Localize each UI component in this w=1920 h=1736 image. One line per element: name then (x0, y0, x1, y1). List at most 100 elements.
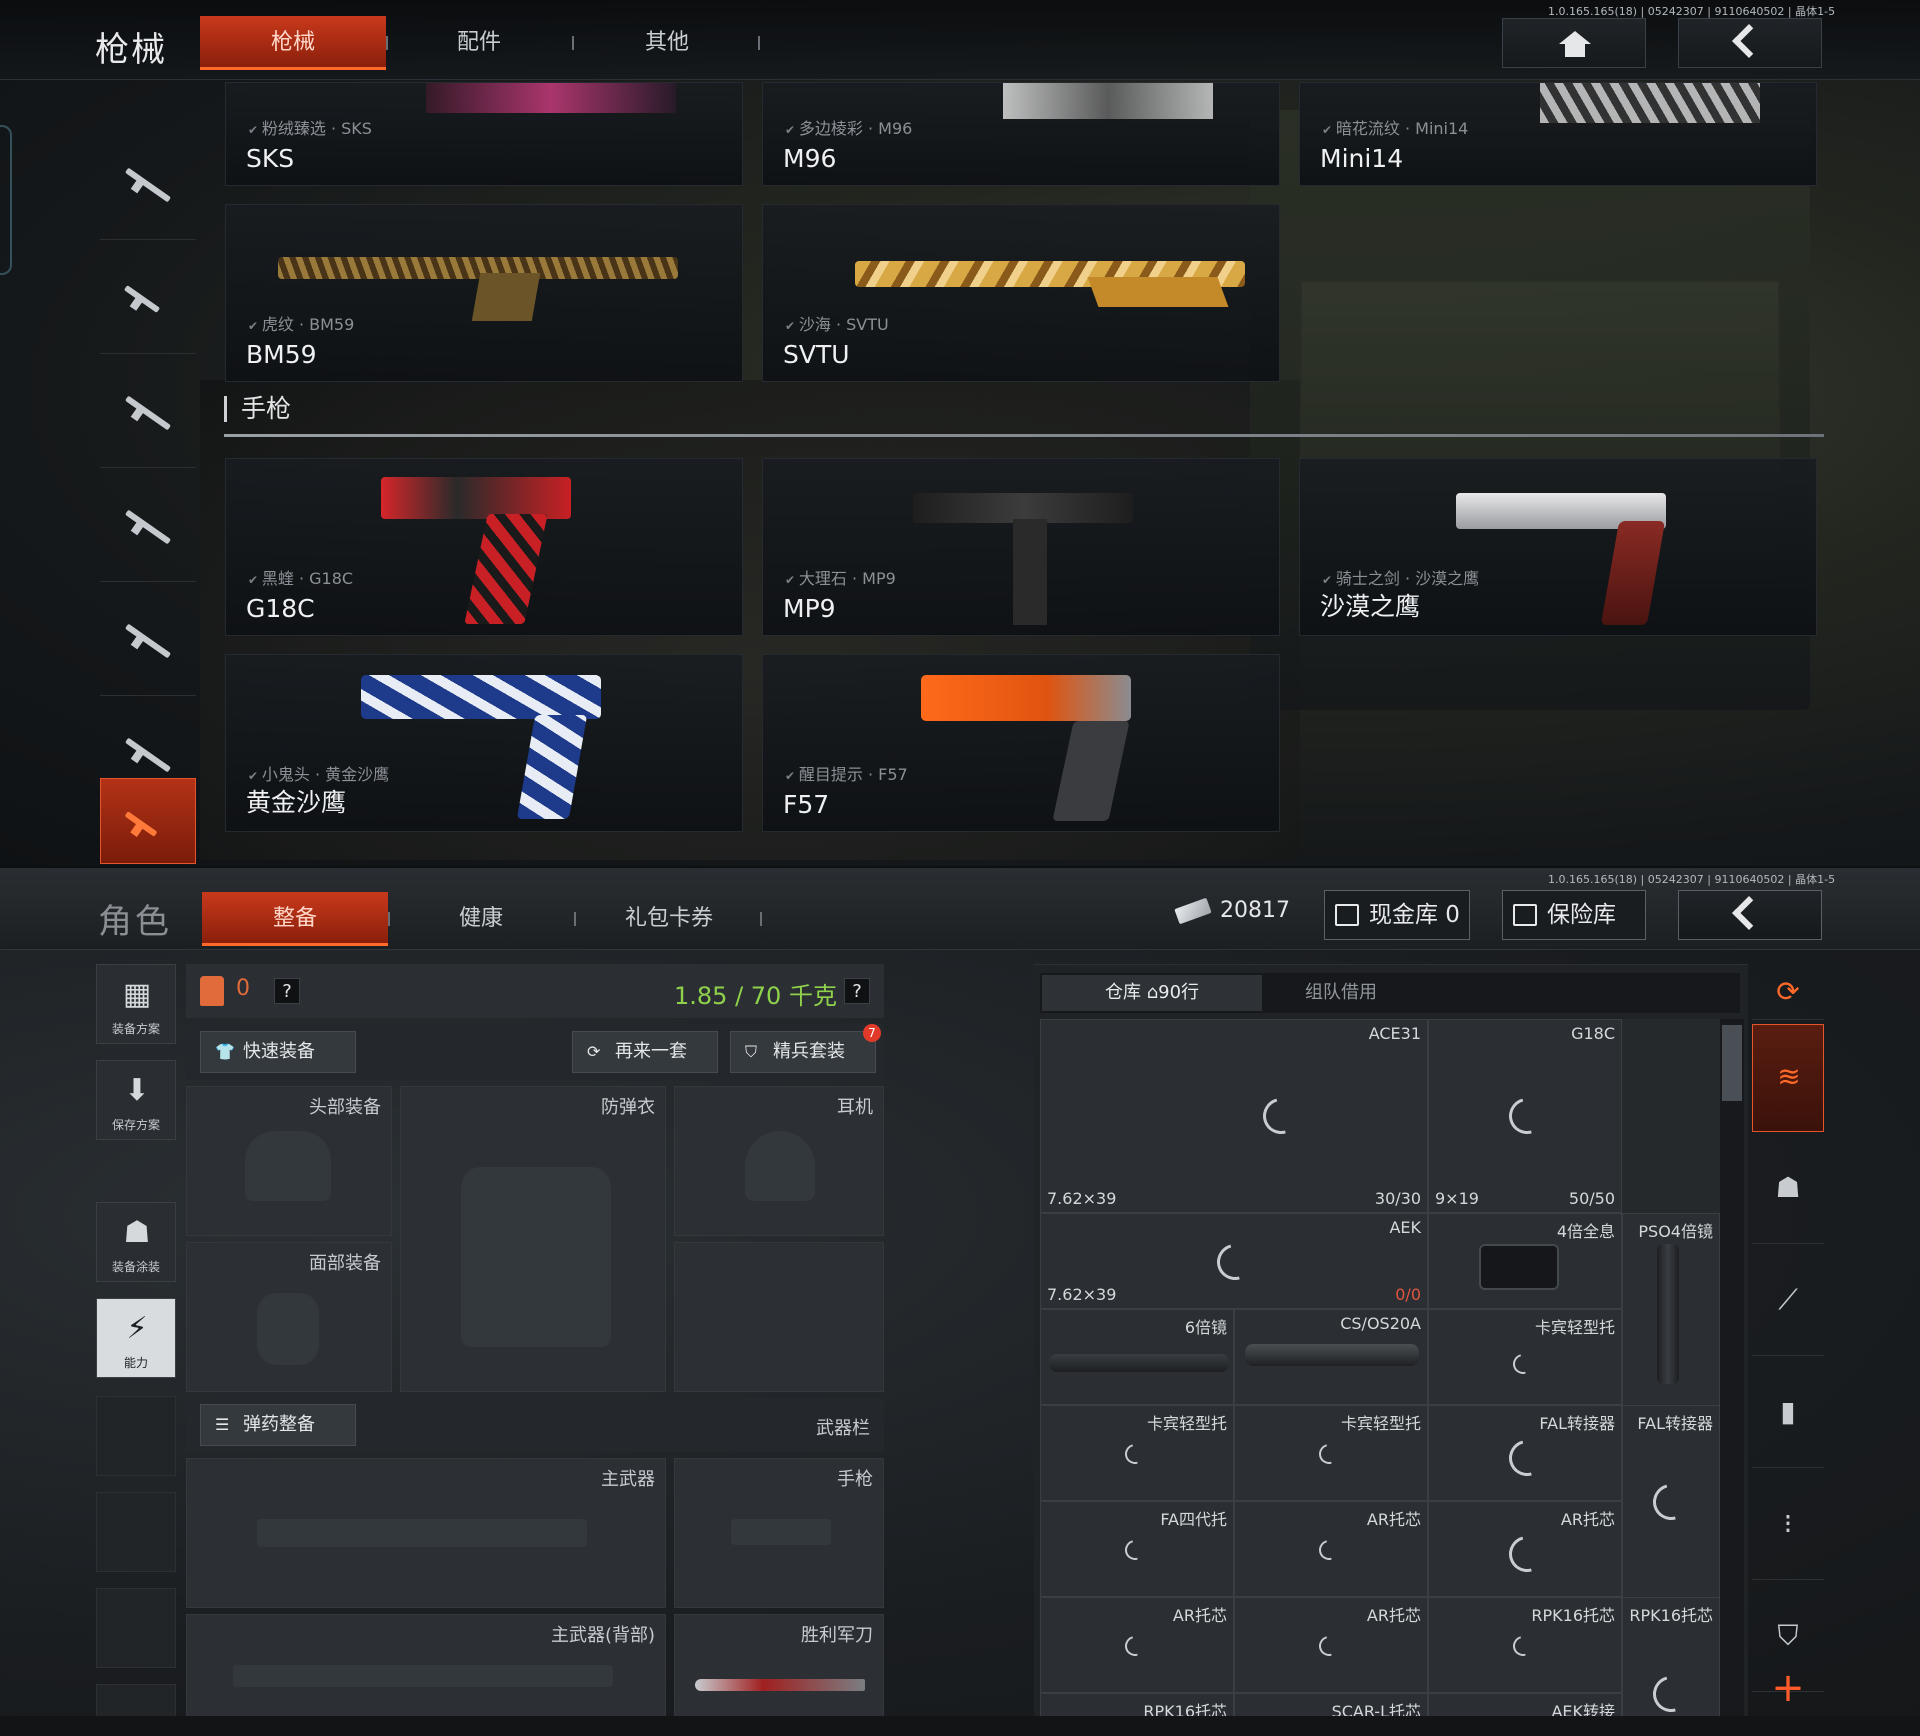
skin-card[interactable]: 大理石 · MP9 MP9 (762, 458, 1280, 636)
cash-vault-button[interactable]: 现金库 0 (1324, 890, 1470, 940)
holo-sight-image (1479, 1244, 1559, 1290)
ability-button[interactable]: ⚡ 能力 (96, 1298, 176, 1378)
help-button[interactable]: ? (274, 978, 300, 1004)
inventory-item[interactable]: 6倍镜 (1040, 1309, 1234, 1405)
save-plan-button[interactable]: ⬇ 保存方案 (96, 1060, 176, 1140)
button-label: 精兵套装 (773, 1041, 845, 1062)
item-name: FAL转接器 (1539, 1414, 1615, 1433)
category-assault-rifle[interactable] (100, 140, 196, 240)
scrollbar-thumb[interactable] (1722, 1025, 1742, 1101)
loading-spinner-icon (1509, 1350, 1537, 1378)
headset-slot[interactable]: 耳机 (674, 1086, 884, 1236)
home-icon (1559, 31, 1591, 57)
quick-equip-button[interactable]: 👕 快速装备 (200, 1031, 356, 1073)
refresh-sort-button[interactable]: ⟳ (1752, 964, 1824, 1020)
rifle-placeholder-icon (257, 1519, 587, 1547)
armor-slot[interactable]: 防弹衣 (400, 1086, 666, 1392)
tab-label: 仓库 (1104, 982, 1141, 1003)
skin-card[interactable]: 醒目提示 · F57 F57 (762, 654, 1280, 832)
skin-card[interactable]: 骑士之剑 · 沙漠之鹰 沙漠之鹰 (1299, 458, 1817, 636)
stack-icon: ≋ (1777, 1060, 1801, 1093)
skin-card[interactable]: 小鬼头 · 黄金沙鹰 黄金沙鹰 (225, 654, 743, 832)
item-caliber: 9×19 (1435, 1189, 1479, 1208)
skin-card[interactable]: 虎纹 · BM59 BM59 (225, 204, 743, 382)
g18c-grip (464, 514, 548, 624)
inventory-item[interactable]: AEK 7.62×39 0/0 (1040, 1213, 1428, 1309)
plan-icon: ▦ (122, 977, 152, 1012)
inventory-item[interactable]: FAL转接器 (1622, 1405, 1720, 1599)
inventory-item[interactable]: 卡宾轻型托 (1428, 1309, 1622, 1405)
reequip-button[interactable]: ⟳ 再来一套 (572, 1031, 718, 1073)
insurance-vault-button[interactable]: 保险库 (1502, 890, 1646, 940)
helmet-placeholder-icon (245, 1131, 331, 1201)
inventory-item[interactable]: FA四代托 (1040, 1501, 1234, 1597)
loadout-plan-button[interactable]: ▦ 装备方案 (96, 964, 176, 1044)
notification-badge: 7 (863, 1024, 881, 1042)
button-label: 能力 (123, 1356, 148, 1370)
elite-set-button[interactable]: ⛉ 精兵套装 7 (730, 1024, 881, 1073)
inventory-item[interactable]: AR托芯 (1428, 1501, 1622, 1597)
inventory-item[interactable]: ACE31 7.62×39 30/30 (1040, 1019, 1428, 1213)
skin-card[interactable]: 粉绒臻选 · SKS SKS (225, 82, 743, 186)
back-button[interactable] (1678, 18, 1822, 68)
ammo-prep-button[interactable]: ☰ 弹药整备 (200, 1404, 356, 1446)
inventory-item[interactable]: FAL转接器 (1428, 1405, 1622, 1501)
tab-other[interactable]: 其他 (574, 16, 760, 70)
back-button[interactable] (1678, 890, 1822, 940)
inventory-item[interactable]: PSO4倍镜 (1622, 1213, 1720, 1407)
rifle-icon (124, 623, 172, 659)
item-name: G18C (1571, 1024, 1615, 1043)
category-dmr[interactable] (100, 482, 196, 582)
skin-card[interactable]: 黑蝰 · G18C G18C (225, 458, 743, 636)
skin-label: 多边棱彩 · M96 (785, 115, 912, 139)
category-rifle[interactable] (100, 596, 196, 696)
head-equipment-slot[interactable]: 头部装备 (186, 1086, 392, 1236)
skin-card[interactable]: 暗花流纹 · Mini14 Mini14 (1299, 82, 1817, 186)
inventory-item[interactable]: 卡宾轻型托 (1234, 1405, 1428, 1501)
filter-helmet[interactable]: ☗ (1752, 1136, 1824, 1244)
face-equipment-slot[interactable]: 面部装备 (186, 1242, 392, 1392)
filter-all[interactable]: ≋ (1752, 1024, 1824, 1132)
tab-attachments[interactable]: 配件 (386, 16, 572, 70)
filter-magazine[interactable]: ▮ (1752, 1360, 1824, 1468)
side-rail (0, 125, 12, 275)
tab-health[interactable]: 健康 (388, 892, 574, 946)
skin-card[interactable]: 多边棱彩 · M96 M96 (762, 82, 1280, 186)
tab-warehouse[interactable]: 仓库 ⌂90行 (1042, 975, 1262, 1011)
inventory-item[interactable]: CS/OS20A (1234, 1309, 1428, 1405)
gas-mask-placeholder-icon (257, 1293, 319, 1365)
inventory-item[interactable]: AR托芯 (1234, 1597, 1428, 1693)
category-pistol[interactable] (100, 778, 196, 864)
tab-firearms[interactable]: 枪械 (200, 16, 386, 70)
add-button[interactable]: + (1768, 1668, 1808, 1708)
warehouse-scrollbar[interactable] (1720, 1019, 1744, 1736)
inventory-item[interactable]: 4倍全息 (1428, 1213, 1622, 1309)
home-button[interactable] (1502, 18, 1646, 68)
inventory-item[interactable]: 卡宾轻型托 (1040, 1405, 1234, 1501)
svtu-stock (1087, 277, 1229, 307)
category-smg[interactable] (100, 254, 196, 354)
pistol-slot[interactable]: 手枪 (674, 1458, 884, 1608)
loading-spinner-icon (1256, 1091, 1306, 1141)
version-info: 1.0.165.165(18) | 05242307 | 9110640502 … (1548, 5, 1836, 18)
tab-team-borrow[interactable]: 组队借用 (1266, 975, 1416, 1011)
weight-help-button[interactable]: ? (844, 978, 870, 1004)
slot-label: 主武器(背部) (550, 1625, 655, 1646)
mini14-skin-image (1540, 83, 1760, 123)
filter-rifle[interactable]: ⟋ (1752, 1248, 1824, 1356)
tab-gift-coupons[interactable]: 礼包卡券 (576, 892, 762, 946)
inventory-item[interactable]: AR托芯 (1234, 1501, 1428, 1597)
loading-spinner-icon (1121, 1440, 1149, 1468)
inventory-item[interactable]: AR托芯 (1040, 1597, 1234, 1693)
inventory-item[interactable]: RPK16托芯 (1428, 1597, 1622, 1693)
primary-weapon-slot[interactable]: 主武器 (186, 1458, 666, 1608)
category-sniper[interactable] (100, 368, 196, 468)
filter-ammo[interactable]: ⁝ (1752, 1472, 1824, 1580)
item-caliber: 7.62×39 (1047, 1285, 1117, 1304)
tab-prepare[interactable]: 整备 (202, 892, 388, 946)
skin-card[interactable]: 沙海 · SVTU SVTU (762, 204, 1280, 382)
skin-label: 虎纹 · BM59 (248, 311, 354, 335)
inventory-item[interactable]: G18C 9×19 50/50 (1428, 1019, 1622, 1213)
equipment-paint-button[interactable]: ☗ 装备涂装 (96, 1202, 176, 1282)
item-name: AR托芯 (1560, 1510, 1615, 1529)
